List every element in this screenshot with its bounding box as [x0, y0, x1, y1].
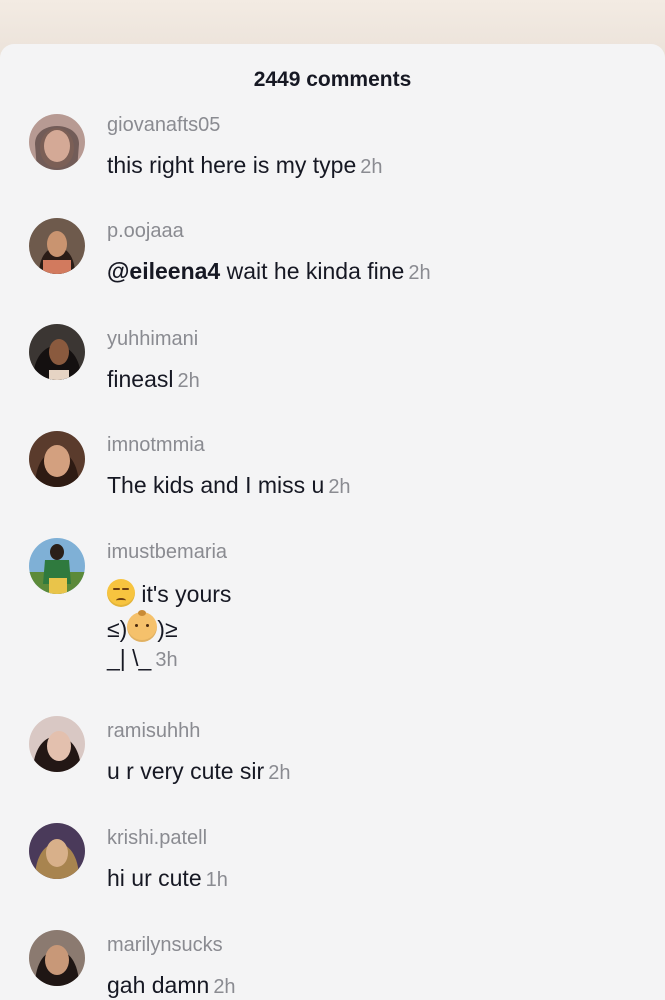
comment-body: ≤) — [107, 616, 128, 642]
comment-text: fineasl 2h — [107, 366, 200, 393]
comment-body: hi ur cute — [107, 865, 202, 891]
comment-username[interactable]: imustbemaria — [107, 541, 227, 564]
avatar[interactable] — [29, 218, 85, 274]
comment-username[interactable]: marilynsucks — [107, 934, 223, 957]
avatar[interactable] — [29, 823, 85, 879]
comment-username[interactable]: giovanafts05 — [107, 114, 220, 137]
comment-username[interactable]: ramisuhhh — [107, 720, 200, 743]
avatar[interactable] — [29, 114, 85, 170]
comment-body: The kids and I miss u — [107, 472, 325, 498]
avatar[interactable] — [29, 324, 85, 380]
comment-body: gah damn — [107, 972, 210, 998]
comment-text: u r very cute sir 2h — [107, 758, 290, 785]
comment-time: 2h — [360, 156, 383, 178]
comment-text: @eileena4 wait he kinda fine 2h — [107, 258, 431, 285]
comment-body: it's yours — [135, 581, 232, 607]
comment-time: 2h — [177, 370, 200, 392]
comment-text: The kids and I miss u 2h — [107, 472, 351, 499]
comments-count-title: 2449 comments — [253, 68, 412, 91]
comment-username[interactable]: p.oojaaa — [107, 220, 184, 243]
avatar[interactable] — [29, 930, 85, 986]
comment-text: gah damn 2h — [107, 972, 236, 999]
comment-username[interactable]: yuhhimani — [107, 328, 198, 351]
comment-time: 3h — [155, 649, 178, 671]
comment-body: )≥ — [157, 616, 178, 642]
comment-username[interactable]: krishi.patell — [107, 827, 207, 850]
comments-sheet: 2449 comments giovanafts05 this right he… — [0, 44, 665, 1000]
comment-body: fineasl — [107, 366, 174, 392]
mention-link[interactable]: @eileena4 — [107, 258, 220, 284]
comment-time: 2h — [213, 976, 236, 998]
baby-face-icon — [127, 610, 158, 642]
comment-text: hi ur cute 1h — [107, 865, 228, 892]
comment-body: wait he kinda fine — [220, 258, 405, 284]
comment-text: it's yours ≤) )≥ _| \_ 3h — [107, 579, 231, 672]
comment-time: 2h — [408, 262, 431, 284]
comment-username[interactable]: imnotmmia — [107, 434, 205, 457]
comment-time: 2h — [268, 762, 291, 784]
avatar[interactable] — [29, 716, 85, 772]
comment-body: _| \_ — [107, 645, 152, 671]
unamused-face-icon — [107, 579, 135, 607]
comment-time: 2h — [328, 476, 351, 498]
comment-body: u r very cute sir — [107, 758, 265, 784]
comment-body: this right here is my type — [107, 152, 357, 178]
comment-time: 1h — [205, 869, 228, 891]
avatar[interactable] — [29, 538, 85, 594]
comment-text: this right here is my type 2h — [107, 152, 383, 179]
avatar[interactable] — [29, 431, 85, 487]
